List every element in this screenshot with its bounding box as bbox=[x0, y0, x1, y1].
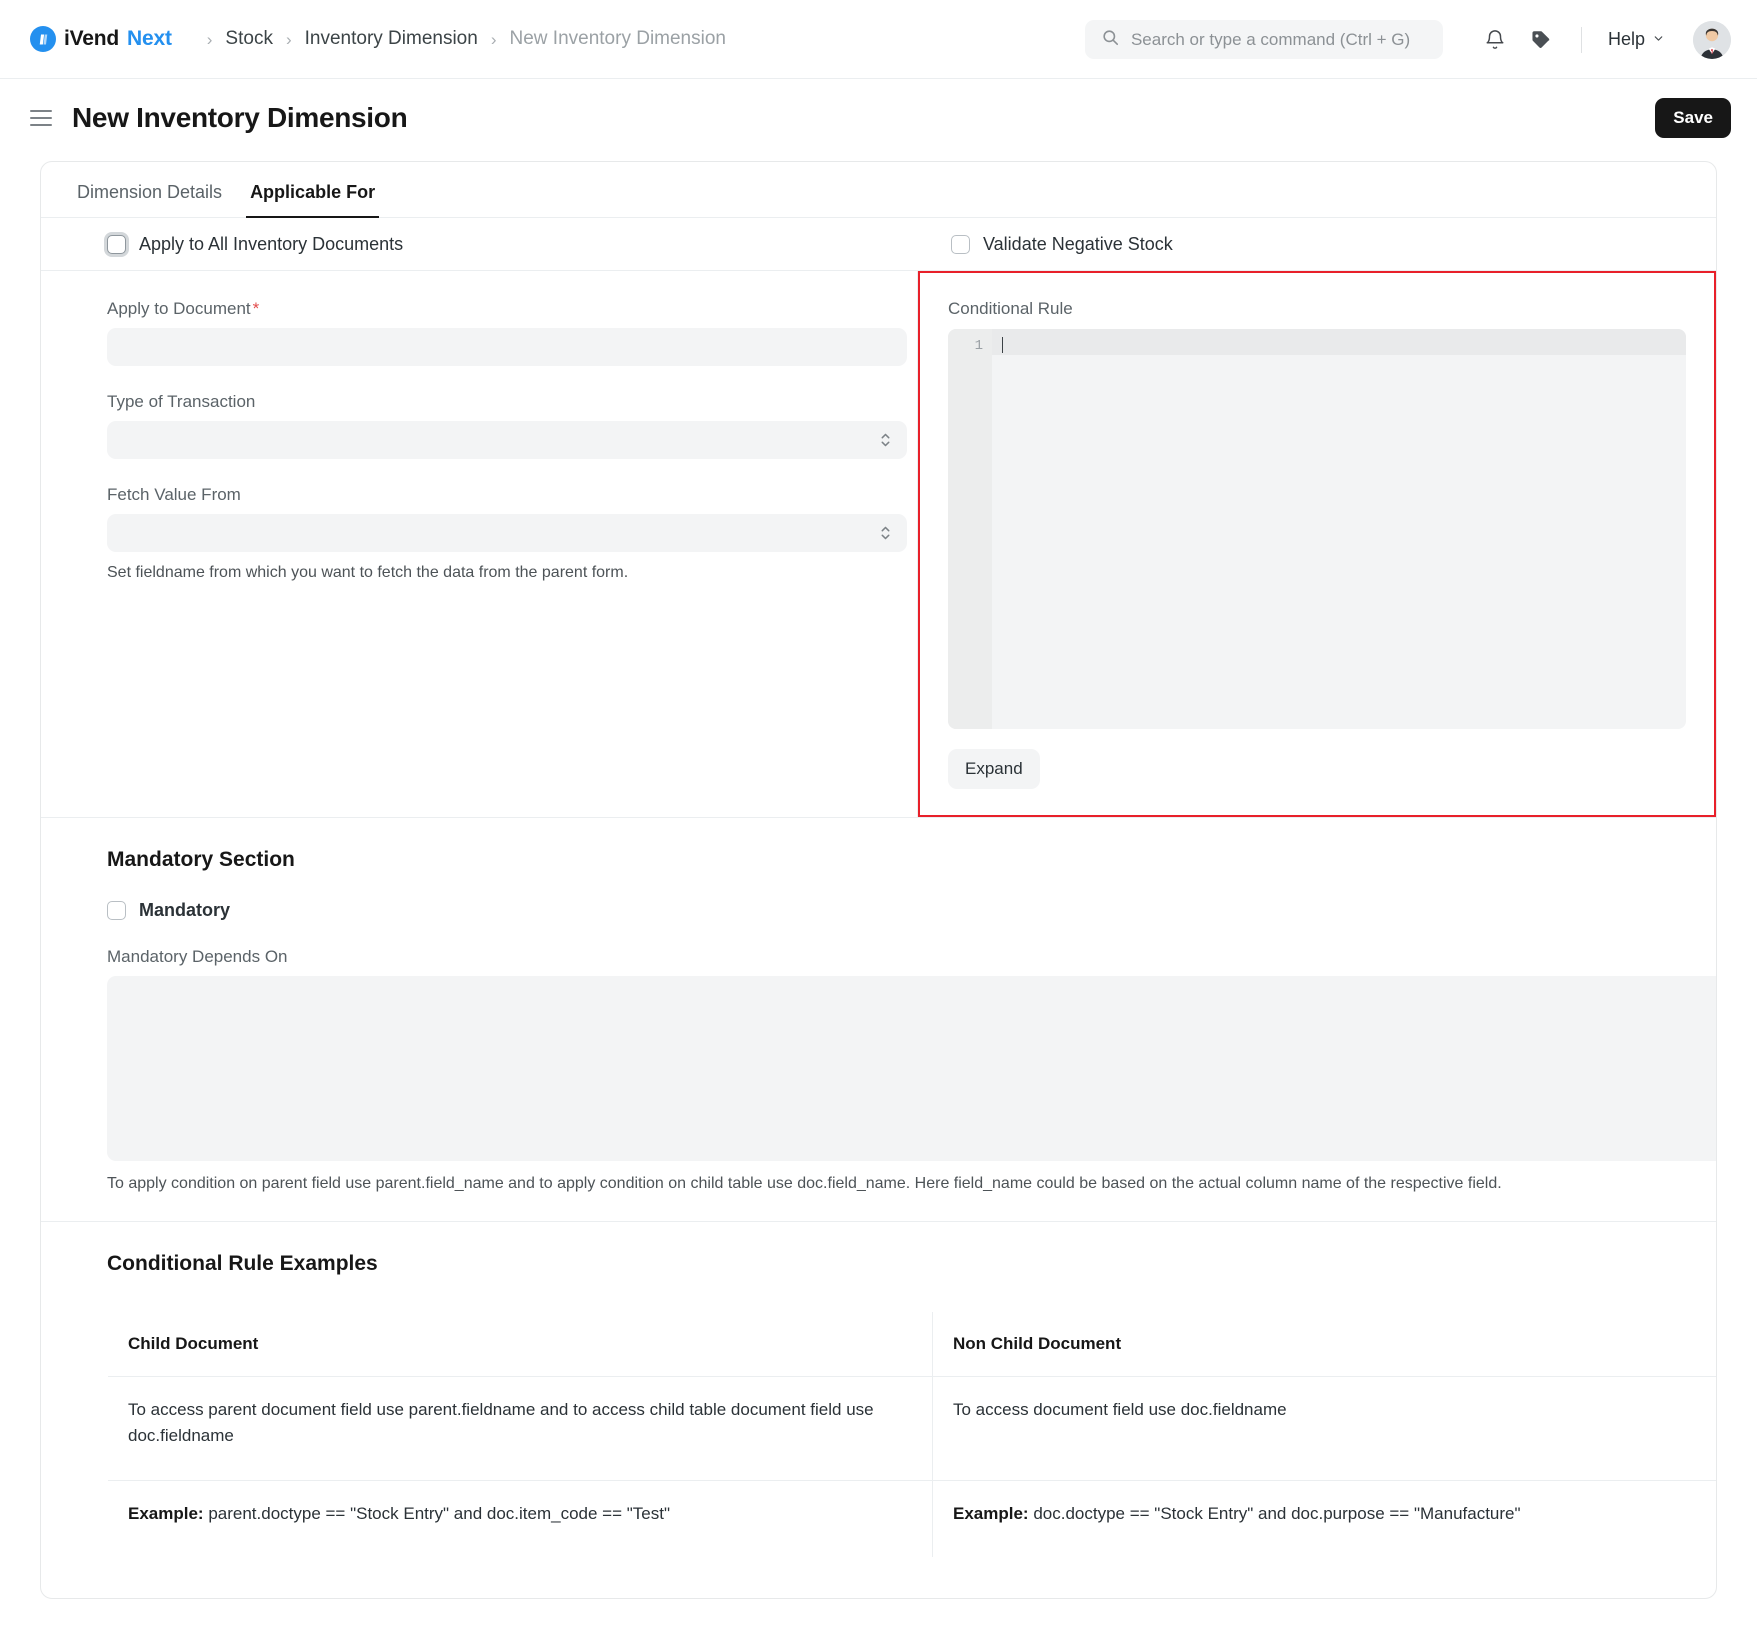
cell-non-child-description: To access document field use doc.fieldna… bbox=[932, 1376, 1716, 1481]
example-expression: doc.doctype == "Stock Entry" and doc.pur… bbox=[1028, 1503, 1521, 1523]
cell-child-description: To access parent document field use pare… bbox=[108, 1376, 933, 1481]
editor-caret bbox=[1002, 337, 1003, 353]
column-header-non-child-document: Non Child Document bbox=[932, 1312, 1716, 1377]
checkbox-box[interactable] bbox=[107, 234, 126, 254]
right-field-column: Conditional Rule 1 Expand bbox=[918, 271, 1716, 817]
mandatory-section-title: Mandatory Section bbox=[107, 848, 295, 871]
table-row: To access parent document field use pare… bbox=[108, 1376, 1716, 1481]
breadcrumb-separator: › bbox=[490, 29, 497, 49]
left-field-column: Apply to Document* Type of Transaction bbox=[41, 271, 918, 817]
cell-child-example: Example: parent.doctype == "Stock Entry"… bbox=[108, 1480, 933, 1558]
mandatory-checkbox[interactable]: Mandatory bbox=[107, 900, 1676, 921]
cell-non-child-example: Example: doc.doctype == "Stock Entry" an… bbox=[933, 1480, 1717, 1557]
type-of-transaction-label: Type of Transaction bbox=[107, 392, 256, 411]
save-button[interactable]: Save bbox=[1655, 98, 1731, 138]
checkbox-label: Apply to All Inventory Documents bbox=[139, 233, 404, 254]
top-checkbox-row: Apply to All Inventory Documents Validat… bbox=[41, 218, 1716, 271]
apply-to-document-group: Apply to Document * bbox=[107, 299, 907, 366]
hamburger-icon[interactable] bbox=[30, 110, 52, 126]
help-menu[interactable]: Help bbox=[1602, 25, 1671, 54]
breadcrumb-item-current: New Inventory Dimension bbox=[509, 28, 726, 49]
mandatory-depends-on-help-text: To apply condition on parent field use p… bbox=[107, 1175, 1502, 1192]
examples-title: Conditional Rule Examples bbox=[107, 1252, 378, 1275]
bell-icon[interactable] bbox=[1475, 20, 1515, 60]
label-text: Apply to Document bbox=[107, 299, 251, 318]
conditional-rule-highlight-box: Conditional Rule 1 Expand bbox=[918, 271, 1716, 817]
fetch-value-from-label: Fetch Value From bbox=[107, 485, 241, 504]
type-of-transaction-group: Type of Transaction bbox=[107, 392, 907, 459]
mandatory-depends-on-label: Mandatory Depends On bbox=[107, 947, 288, 966]
type-of-transaction-select-wrap bbox=[107, 421, 907, 459]
top-navbar: iVend Next › Stock › Inventory Dimension … bbox=[0, 0, 1757, 79]
editor-line-number: 1 bbox=[974, 338, 983, 354]
search-icon bbox=[1101, 28, 1120, 52]
tab-applicable-for[interactable]: Applicable For bbox=[236, 182, 389, 218]
checkbox-label: Validate Negative Stock bbox=[983, 233, 1173, 254]
column-header-child-document: Child Document bbox=[108, 1312, 933, 1377]
checkbox-label: Mandatory bbox=[139, 900, 231, 920]
page-header: New Inventory Dimension Save bbox=[0, 79, 1757, 157]
breadcrumb-separator: › bbox=[285, 29, 292, 49]
tab-bar: Dimension Details Applicable For bbox=[41, 162, 1716, 218]
fetch-value-from-select[interactable] bbox=[107, 514, 907, 552]
form-card: Dimension Details Applicable For Apply t… bbox=[40, 161, 1717, 1600]
brand-logo-link[interactable]: iVend Next bbox=[30, 26, 172, 52]
breadcrumb-item-stock[interactable]: Stock bbox=[225, 28, 273, 50]
table-row: Example: parent.doctype == "Stock Entry"… bbox=[108, 1480, 1717, 1558]
breadcrumb-separator: › bbox=[206, 29, 213, 49]
fetch-value-from-help-text: Set fieldname from which you want to fet… bbox=[107, 564, 629, 581]
editor-text-area[interactable] bbox=[992, 329, 1686, 729]
editor-active-line-highlight bbox=[992, 329, 1686, 355]
navbar-right-group: Search or type a command (Ctrl + G) Help bbox=[1084, 0, 1731, 79]
help-label: Help bbox=[1607, 29, 1645, 49]
example-prefix: Example: bbox=[128, 1503, 204, 1523]
applicable-for-body: Apply to Document* Type of Transaction bbox=[41, 271, 1716, 818]
checkbox-box[interactable] bbox=[107, 901, 126, 920]
apply-to-document-label: Apply to Document * bbox=[107, 299, 893, 319]
example-expression: parent.doctype == "Stock Entry" and doc.… bbox=[203, 1503, 670, 1523]
tag-icon[interactable] bbox=[1521, 20, 1561, 60]
breadcrumb-item-inventory-dimension[interactable]: Inventory Dimension bbox=[305, 28, 478, 50]
breadcrumb: › Stock › Inventory Dimension › New Inve… bbox=[194, 28, 726, 50]
conditional-rule-examples-section: Conditional Rule Examples Child Document… bbox=[41, 1222, 1716, 1598]
table-header-row: Child Document Non Child Document bbox=[108, 1312, 1716, 1377]
navbar-divider bbox=[1580, 26, 1582, 53]
type-of-transaction-select[interactable] bbox=[107, 421, 907, 459]
conditional-rule-code-editor[interactable]: 1 bbox=[948, 329, 1686, 729]
validate-negative-stock-checkbox[interactable]: Validate Negative Stock bbox=[951, 234, 1173, 255]
brand-name-second: Next bbox=[127, 27, 172, 50]
mandatory-section: Mandatory Section Mandatory Mandatory De… bbox=[41, 818, 1716, 1222]
example-prefix: Example: bbox=[953, 1503, 1029, 1523]
apply-to-all-inventory-documents-checkbox[interactable]: Apply to All Inventory Documents bbox=[107, 234, 403, 255]
search-placeholder: Search or type a command (Ctrl + G) bbox=[1130, 29, 1411, 49]
examples-table: Child Document Non Child Document To acc… bbox=[107, 1311, 1717, 1559]
editor-gutter: 1 bbox=[948, 329, 992, 729]
page-title: New Inventory Dimension bbox=[72, 102, 408, 133]
conditional-rule-label: Conditional Rule bbox=[948, 299, 1073, 318]
tab-dimension-details[interactable]: Dimension Details bbox=[63, 182, 236, 217]
avatar[interactable] bbox=[1693, 20, 1731, 59]
chevron-down-icon bbox=[1652, 29, 1665, 50]
checkbox-box[interactable] bbox=[951, 234, 970, 254]
apply-to-document-input[interactable] bbox=[107, 328, 907, 366]
ivendnext-logo-icon bbox=[30, 26, 56, 52]
brand-name-first: iVend bbox=[64, 27, 120, 50]
required-asterisk: * bbox=[252, 299, 260, 318]
expand-button[interactable]: Expand bbox=[948, 749, 1040, 789]
mandatory-depends-on-textarea[interactable] bbox=[107, 976, 1716, 1161]
fetch-value-from-group: Fetch Value From Set fieldname from whic… bbox=[107, 485, 907, 582]
search-input[interactable]: Search or type a command (Ctrl + G) bbox=[1084, 20, 1443, 59]
fetch-value-from-select-wrap bbox=[107, 514, 907, 552]
